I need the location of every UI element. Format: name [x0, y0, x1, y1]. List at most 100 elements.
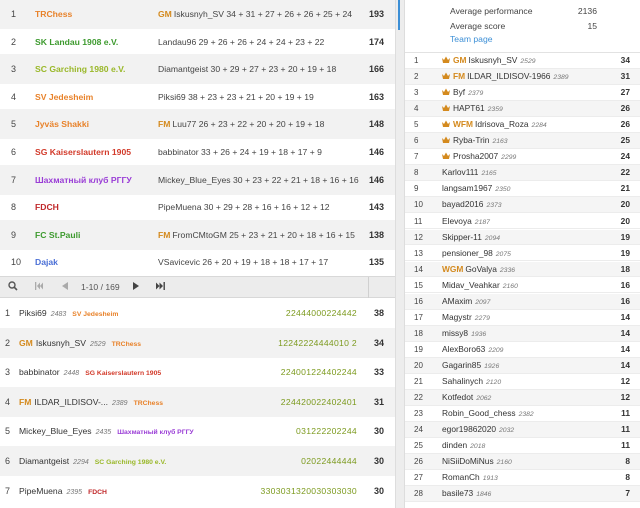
roster-player-link[interactable]: Robin_Good_chess — [442, 408, 516, 418]
roster-player-link[interactable]: GoValya — [465, 264, 497, 274]
player-name-link[interactable]: Mickey_Blue_Eyes — [19, 426, 92, 436]
first-page-icon[interactable] — [34, 277, 44, 298]
team-row[interactable]: 3 SC Garching 1980 e.V. Diamantgeist 30 + … — [0, 54, 395, 85]
roster-row[interactable]: 27 RomanCh 1913 8 — [405, 470, 640, 487]
roster-player-link[interactable]: bayad2016 — [442, 199, 483, 209]
top-player-link[interactable]: FromCMtoGM — [172, 230, 229, 240]
team-row[interactable]: 6 SG Kaiserslautern 1905 babbinator 33 + 2… — [0, 137, 395, 167]
search-icon[interactable] — [8, 277, 18, 298]
roster-row[interactable]: 15 Midav_Veahkar 2160 16 — [405, 278, 640, 294]
prev-page-icon[interactable] — [60, 277, 70, 298]
next-page-icon[interactable] — [131, 277, 141, 298]
player-team-link[interactable]: Шахматный клуб РГГУ — [117, 429, 193, 436]
roster-row[interactable]: 13 pensioner_98 2075 19 — [405, 246, 640, 262]
roster-player-link[interactable]: langsam1967 — [442, 183, 492, 193]
roster-player-link[interactable]: Gagarin85 — [442, 360, 481, 370]
roster-row[interactable]: 11 Elevoya 2187 20 — [405, 214, 640, 230]
player-row[interactable]: 6 Diamantgeist 2294 SC Garching 1980 e.V. 02… — [0, 446, 395, 476]
roster-row[interactable]: 26 NiSiiDoMiNus 2160 8 — [405, 454, 640, 471]
team-page-link[interactable]: Team page — [450, 34, 493, 44]
player-team-link[interactable]: SV Jedesheim — [72, 311, 118, 318]
roster-row[interactable]: 16 AMaxim 2097 16 — [405, 293, 640, 310]
top-player-link[interactable]: PipeMuena — [158, 202, 204, 212]
roster-player-link[interactable]: RomanCh — [442, 472, 480, 482]
roster-row[interactable]: 18 missy8 1936 14 — [405, 325, 640, 342]
player-team-link[interactable]: SC Garching 1980 e.V. — [95, 459, 167, 466]
team-row[interactable]: 2 SK Landau 1908 e.V. Landau96 29 + 26 + 2… — [0, 27, 395, 57]
roster-player-link[interactable]: basile73 — [442, 488, 473, 498]
player-row[interactable]: 1 Piksi69 2483 SV Jedesheim 22444000224442 38 — [0, 298, 395, 328]
roster-player-link[interactable]: missy8 — [442, 328, 468, 338]
team-name-link[interactable]: SK Landau 1908 e.V. — [35, 27, 118, 57]
team-name-link[interactable]: Jyväs Shakki — [35, 109, 89, 139]
roster-player-link[interactable]: Sahalinych — [442, 376, 483, 386]
top-player-link[interactable]: Piksi69 — [158, 92, 188, 102]
roster-player-link[interactable]: Midav_Veahkar — [442, 280, 500, 290]
last-page-icon[interactable] — [155, 277, 167, 298]
scrollbar-thumb[interactable] — [398, 0, 400, 30]
team-row[interactable]: 5 Jyväs Shakki FM Luu77 26 + 23 + 22 + 20 +… — [0, 109, 395, 140]
roster-player-link[interactable]: pensioner_98 — [442, 248, 493, 258]
roster-row[interactable]: 17 Magystr 2279 14 — [405, 310, 640, 326]
team-name-link[interactable]: Dajak — [35, 247, 58, 277]
top-player-link[interactable]: Luu77 — [172, 119, 198, 129]
roster-row[interactable]: 1 GM Iskusnyh_SV 2529 34 — [405, 53, 640, 69]
roster-row[interactable]: 28 basile73 1846 7 — [405, 486, 640, 503]
team-name-link[interactable]: SV Jedesheim — [35, 82, 93, 112]
top-player-link[interactable]: Diamantgeist — [158, 64, 211, 74]
roster-player-link[interactable]: AlexBoro63 — [442, 344, 485, 354]
roster-row[interactable]: 7 Prosha2007 2299 24 — [405, 149, 640, 166]
roster-row[interactable]: 23 Robin_Good_chess 2382 11 — [405, 406, 640, 422]
roster-row[interactable]: 24 egor19862020 2032 11 — [405, 422, 640, 438]
roster-player-link[interactable]: Iskusnyh_SV — [469, 55, 518, 65]
roster-row[interactable]: 19 AlexBoro63 2209 14 — [405, 342, 640, 358]
top-player-link[interactable]: Iskusnyh_SV — [174, 9, 227, 19]
team-row[interactable]: 4 SV Jedesheim Piksi69 38 + 23 + 23 + 21 +… — [0, 82, 395, 112]
player-team-link[interactable]: TRChess — [134, 400, 163, 407]
roster-row[interactable]: 21 Sahalinych 2120 12 — [405, 374, 640, 390]
team-name-link[interactable]: SG Kaiserslautern 1905 — [35, 137, 131, 167]
roster-player-link[interactable]: Magystr — [442, 312, 472, 322]
top-player-link[interactable]: Landau96 — [158, 37, 199, 47]
team-name-link[interactable]: FDCH — [35, 192, 59, 222]
top-player-link[interactable]: Mickey_Blue_Eyes — [158, 175, 233, 185]
player-name-link[interactable]: Iskusnyh_SV — [36, 338, 86, 348]
roster-row[interactable]: 12 Skipper-11 2094 19 — [405, 229, 640, 246]
roster-row[interactable]: 8 Karlov111 2165 22 — [405, 165, 640, 182]
roster-player-link[interactable]: Idrisova_Roza — [475, 119, 529, 129]
team-row[interactable]: 1 TRChess GM Iskusnyh_SV 34 + 31 + 27 + 26 … — [0, 0, 395, 29]
player-row[interactable]: 5 Mickey_Blue_Eyes 2435 Шахматный клуб РГГУ… — [0, 416, 395, 446]
team-row[interactable]: 10 Dajak VSavicevic 26 + 20 + 19 + 18 + 18… — [0, 247, 395, 277]
player-row[interactable]: 3 babbinator 2448 SG Kaiserslautern 1905 224… — [0, 357, 395, 387]
team-name-link[interactable]: Шахматный клуб РГГУ — [35, 165, 132, 195]
player-row[interactable]: 2 GM Iskusnyh_SV 2529 TRChess 12242224444010 … — [0, 327, 395, 358]
roster-player-link[interactable]: Prosha2007 — [453, 151, 498, 161]
roster-player-link[interactable]: Skipper-11 — [442, 232, 482, 242]
roster-row[interactable]: 9 langsam1967 2350 21 — [405, 181, 640, 198]
roster-player-link[interactable]: dinden — [442, 440, 467, 450]
panel-scrollbar[interactable] — [395, 0, 405, 508]
roster-row[interactable]: 14 WGM GoValya 2336 18 — [405, 261, 640, 278]
roster-player-link[interactable]: AMaxim — [442, 296, 472, 306]
team-row[interactable]: 9 FC St.Pauli FM FromCMtoGM 25 + 23 + 21 + … — [0, 219, 395, 250]
team-row[interactable]: 7 Шахматный клуб РГГУ Mickey_Blue_Eyes 30 … — [0, 164, 395, 195]
roster-row[interactable]: 2 FM ILDAR_ILDISOV-1966 2389 31 — [405, 69, 640, 85]
player-name-link[interactable]: Piksi69 — [19, 308, 47, 318]
roster-player-link[interactable]: Karlov111 — [442, 167, 478, 177]
team-name-link[interactable]: FC St.Pauli — [35, 220, 80, 250]
player-team-link[interactable]: SG Kaiserslautern 1905 — [85, 370, 161, 377]
team-row[interactable]: 8 FDCH PipeMuena 30 + 29 + 28 + 16 + 16 + … — [0, 192, 395, 222]
player-row[interactable]: 4 FM ILDAR_ILDISOV-... 2389 TRChess 224420022… — [0, 386, 395, 417]
roster-player-link[interactable]: HAPT61 — [453, 103, 485, 113]
player-team-link[interactable]: TRChess — [112, 341, 141, 348]
roster-player-link[interactable]: Kotfedot — [442, 392, 473, 402]
roster-row[interactable]: 4 HAPT61 2359 26 — [405, 101, 640, 117]
player-team-link[interactable]: FDCH — [88, 489, 107, 496]
roster-row[interactable]: 20 Gagarin85 1926 14 — [405, 357, 640, 374]
player-name-link[interactable]: ILDAR_ILDISOV-... — [34, 397, 108, 407]
top-player-link[interactable]: VSavicevic — [158, 257, 202, 267]
roster-player-link[interactable]: Byf — [453, 87, 465, 97]
player-row[interactable]: 7 PipeMuena 2395 FDCH 3303031320030303030 30 — [0, 476, 395, 506]
player-name-link[interactable]: PipeMuena — [19, 486, 62, 496]
roster-row[interactable]: 5 WFM Idrisova_Roza 2284 26 — [405, 117, 640, 133]
